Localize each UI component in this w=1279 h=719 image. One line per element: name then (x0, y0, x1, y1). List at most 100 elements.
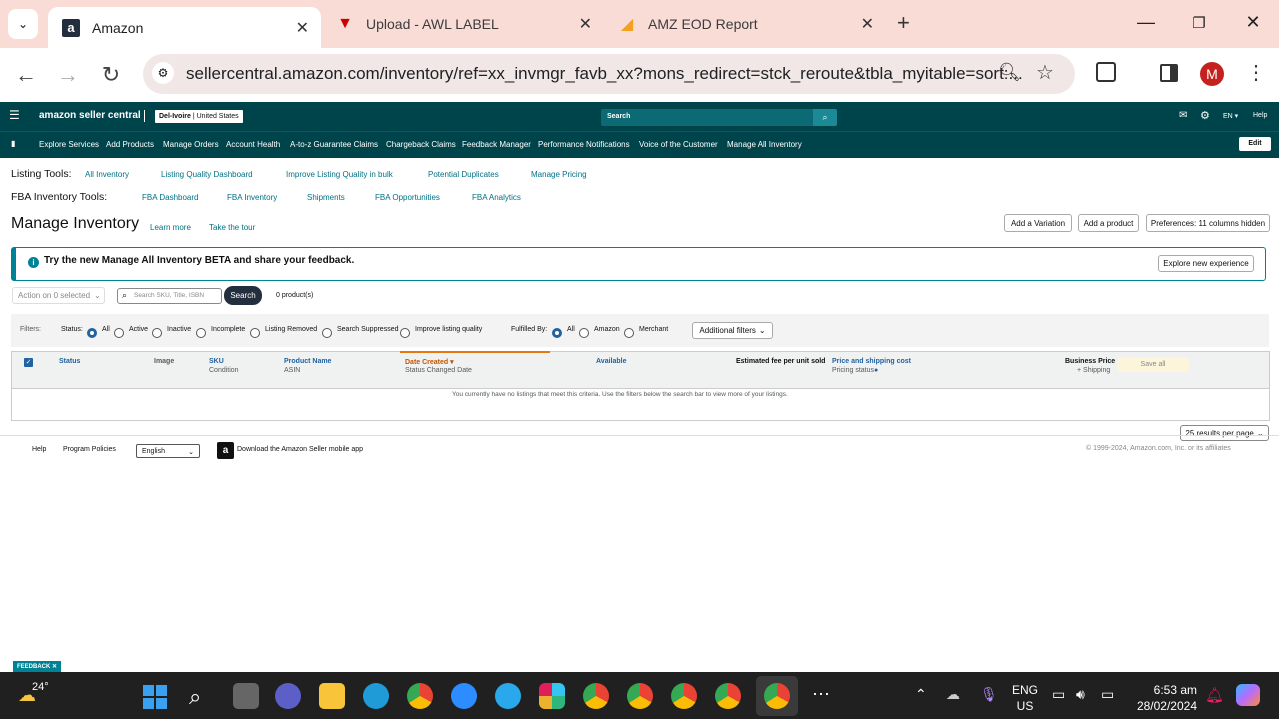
chrome-profile-4-icon[interactable] (715, 683, 741, 709)
close-tab-icon[interactable]: ✕ (296, 18, 309, 38)
learn-more-link[interactable]: Learn more (150, 223, 191, 232)
file-explorer-icon[interactable] (319, 683, 345, 709)
volume-icon[interactable]: 🔊︎ (1076, 686, 1085, 703)
teams-icon[interactable] (275, 683, 301, 709)
nav-a-to-z-claims[interactable]: A-to-z Guarantee Claims (290, 140, 378, 149)
network-off-icon[interactable]: ☁ (946, 686, 960, 703)
mail-icon[interactable]: ✉ (1179, 110, 1187, 121)
preferences-button[interactable]: Preferences: 11 columns hidden (1146, 214, 1270, 232)
search-icon[interactable]: ⌕ (189, 684, 201, 710)
chrome-profile-3-icon[interactable] (671, 683, 697, 709)
link-improve-listing-quality[interactable]: Improve Listing Quality in bulk (286, 170, 393, 179)
notifications-icon[interactable]: 🔔︎ (1205, 686, 1224, 704)
additional-filters-dropdown[interactable]: Additional filters ⌄ (692, 322, 773, 339)
forward-icon[interactable]: → (54, 61, 82, 89)
settings-gear-icon[interactable]: ⚙ (1200, 109, 1210, 122)
profile-avatar[interactable]: M (1200, 62, 1224, 86)
status-improve-radio[interactable] (400, 325, 410, 343)
footer-help-link[interactable]: Help (32, 446, 46, 453)
hamburger-icon[interactable]: ☰ (9, 108, 20, 122)
close-tab-icon[interactable]: ✕ (861, 14, 874, 34)
store-selector[interactable]: Del-Ivoire | United States (155, 110, 243, 123)
col-available[interactable]: Available (596, 358, 626, 365)
col-product-name[interactable]: Product Name (284, 358, 331, 365)
chrome-profile-2-icon[interactable] (627, 683, 653, 709)
nav-feedback-manager[interactable]: Feedback Manager (462, 140, 531, 149)
url-text[interactable]: sellercentral.amazon.com/inventory/ref=x… (186, 64, 1023, 84)
link-potential-duplicates[interactable]: Potential Duplicates (428, 170, 499, 179)
nav-voice-of-customer[interactable]: Voice of the Customer (639, 140, 718, 149)
nav-edit-button[interactable]: Edit (1239, 137, 1271, 151)
battery-icon[interactable]: ▭ (1101, 686, 1114, 703)
col-asin[interactable]: ASIN (284, 367, 300, 374)
fulfilled-amazon-radio[interactable] (579, 325, 589, 343)
side-panel-icon[interactable] (1160, 64, 1178, 82)
status-active-radio[interactable] (114, 325, 124, 343)
fulfilled-merchant-radio[interactable] (624, 325, 634, 343)
col-date-created[interactable]: Date Created ▾ (405, 358, 454, 366)
more-apps-icon[interactable]: ⋯ (812, 684, 830, 705)
add-product-button[interactable]: Add a product (1078, 214, 1139, 232)
edge-icon[interactable] (363, 683, 389, 709)
header-search-button[interactable]: ⌕ (813, 109, 837, 126)
feedback-tab[interactable]: FEEDBACK ✕ (13, 661, 62, 672)
link-listing-quality-dashboard[interactable]: Listing Quality Dashboard (161, 170, 253, 179)
restore-icon[interactable]: ❐ (1184, 14, 1214, 32)
col-status[interactable]: Status (59, 358, 80, 365)
link-all-inventory[interactable]: All Inventory (85, 170, 129, 179)
search-button[interactable]: Search (224, 286, 262, 305)
close-window-icon[interactable]: ✕ (1238, 12, 1268, 33)
nav-add-products[interactable]: Add Products (106, 140, 154, 149)
link-manage-pricing[interactable]: Manage Pricing (531, 170, 587, 179)
sku-search-input[interactable]: ⌕ Search SKU, Title, ISBN (117, 288, 222, 304)
tab-upload[interactable]: ▼ Upload - AWL LABEL ✕ (322, 7, 604, 41)
hidden-icons-chevron-icon[interactable]: ⌃ (915, 686, 927, 703)
footer-policies-link[interactable]: Program Policies (63, 446, 116, 453)
copilot-icon[interactable] (1236, 684, 1260, 706)
bookmark-icon[interactable]: ▮ (11, 139, 15, 148)
fulfilled-all-radio[interactable] (552, 325, 562, 343)
seller-central-logo[interactable]: amazon seller central (39, 110, 141, 121)
link-fba-opportunities[interactable]: FBA Opportunities (375, 193, 440, 202)
link-shipments[interactable]: Shipments (307, 193, 345, 202)
extensions-icon[interactable] (1096, 62, 1116, 82)
close-tab-icon[interactable]: ✕ (579, 14, 592, 34)
col-sku-sub[interactable]: Condition (209, 367, 239, 374)
bookmark-star-icon[interactable]: ☆ (1036, 60, 1054, 85)
status-incomplete-radio[interactable] (196, 325, 206, 343)
results-per-page-select[interactable]: 25 results per page ⌄ (1180, 425, 1269, 441)
tab-search-button[interactable]: ⌄ (8, 9, 38, 39)
link-fba-analytics[interactable]: FBA Analytics (472, 193, 521, 202)
status-suppressed-radio[interactable] (322, 325, 332, 343)
close-icon[interactable]: ✕ (52, 664, 57, 670)
nav-manage-all-inventory[interactable]: Manage All Inventory (727, 140, 802, 149)
nav-performance-notifications[interactable]: Performance Notifications (538, 140, 630, 149)
link-fba-inventory[interactable]: FBA Inventory (227, 193, 277, 202)
status-all-radio[interactable] (87, 325, 97, 343)
footer-language-select[interactable]: English ⌄ (136, 444, 200, 458)
chrome-profile-1-icon[interactable] (583, 683, 609, 709)
zoom-icon[interactable]: 🔍︎ (998, 62, 1021, 83)
new-tab-icon[interactable]: + (897, 10, 910, 36)
link-fba-dashboard[interactable]: FBA Dashboard (142, 193, 198, 202)
nav-explore-services[interactable]: Explore Services (39, 140, 99, 149)
header-search-input[interactable]: Search (601, 109, 813, 126)
select-all-checkbox[interactable]: ✓ (24, 358, 33, 367)
tab-eod-report[interactable]: ◢ AMZ EOD Report ✕ (604, 7, 886, 41)
add-variation-button[interactable]: Add a Variation (1004, 214, 1072, 232)
chrome-icon[interactable] (407, 683, 433, 709)
clock[interactable]: 6:53 am 28/02/2024 (1135, 682, 1197, 714)
chrome-active-icon[interactable] (764, 683, 790, 709)
telegram-icon[interactable] (495, 683, 521, 709)
input-language[interactable]: ENG US (1012, 682, 1038, 714)
bulk-action-dropdown[interactable]: Action on 0 selected ⌄ (12, 287, 105, 304)
nav-chargeback-claims[interactable]: Chargeback Claims (386, 140, 456, 149)
language-selector[interactable]: EN ▾ (1223, 112, 1238, 120)
col-price[interactable]: Price and shipping cost (832, 358, 911, 365)
col-sku[interactable]: SKU (209, 358, 224, 365)
microphone-icon[interactable]: 🎙︎ (980, 686, 998, 703)
task-view-icon[interactable] (233, 683, 259, 709)
status-inactive-radio[interactable] (152, 325, 162, 343)
col-status-changed[interactable]: Status Changed Date (405, 367, 472, 374)
start-icon[interactable] (143, 685, 167, 709)
